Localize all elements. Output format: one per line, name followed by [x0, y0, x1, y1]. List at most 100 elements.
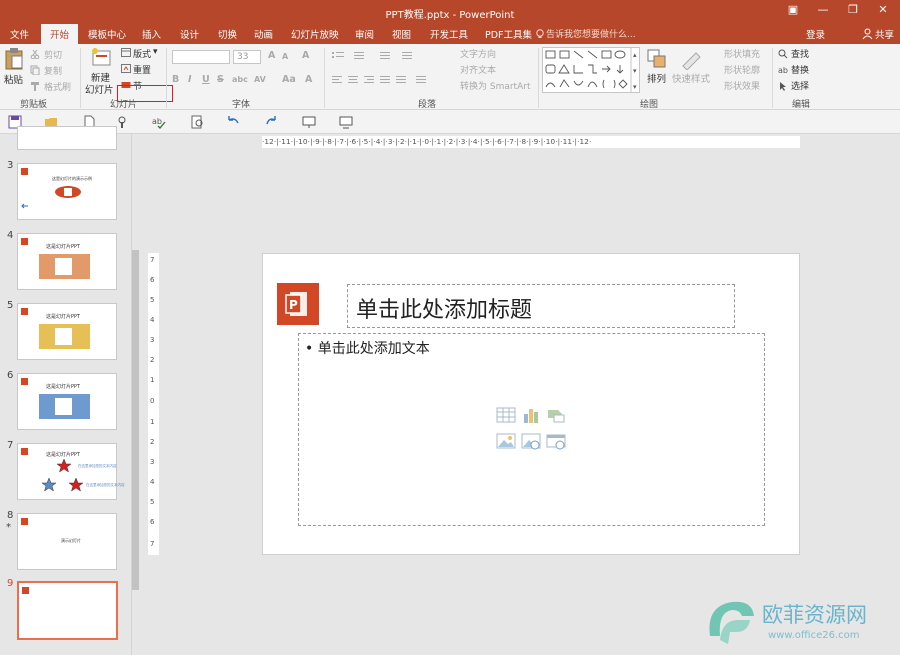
text-direction-button[interactable]: 文字方向 — [460, 47, 496, 60]
powerpoint-logo — [21, 168, 28, 175]
group-divider — [772, 48, 773, 108]
presenter-view-icon[interactable] — [339, 115, 353, 129]
title-placeholder[interactable]: 单击此处添加标题 — [347, 284, 735, 328]
thumbnail-slide-8[interactable]: 演示幻灯片 — [17, 513, 117, 570]
find-button[interactable]: 查找 — [791, 47, 809, 60]
tab-file[interactable]: 文件 — [10, 27, 29, 41]
tell-me-search[interactable]: 告诉我您想要做什么... — [546, 27, 636, 40]
watermark-logo: 欧菲资源网 www.office26.com — [709, 601, 867, 644]
slideshow-from-start-icon[interactable] — [302, 115, 316, 129]
svg-text:4: 4 — [150, 316, 155, 324]
new-slide-label-2[interactable]: 幻灯片 — [85, 82, 114, 96]
layout-icon — [121, 48, 131, 57]
undo-icon[interactable] — [226, 115, 240, 129]
tab-transitions[interactable]: 切换 — [218, 27, 237, 41]
paste-icon[interactable] — [4, 47, 24, 71]
convert-smartart-button[interactable]: 转换为 SmartArt — [460, 79, 530, 92]
insert-online-picture-icon[interactable] — [521, 432, 541, 450]
spelling-icon[interactable]: ab — [152, 115, 166, 129]
print-preview-icon[interactable] — [191, 115, 205, 129]
insert-picture-icon[interactable] — [496, 432, 516, 450]
new-slide-icon[interactable] — [90, 47, 112, 69]
tab-pdf[interactable]: PDF工具集 — [485, 27, 532, 41]
character-spacing-button[interactable]: AV — [254, 75, 266, 84]
format-painter-button[interactable]: 格式刷 — [44, 80, 71, 93]
touch-mode-icon[interactable] — [116, 115, 130, 129]
redo-icon[interactable] — [264, 115, 278, 129]
thumbnail-slide-5[interactable]: 这是幻灯片PPT — [17, 303, 117, 360]
grow-font-button[interactable]: A — [268, 50, 275, 61]
font-group-label: 字体 — [232, 100, 251, 110]
svg-text:7: 7 — [150, 256, 154, 264]
replace-icon: ab — [778, 66, 788, 75]
share-button[interactable]: 共享 — [875, 27, 894, 41]
user-icon — [862, 28, 873, 40]
svg-text:P: P — [289, 298, 298, 312]
paragraph-buttons-icon[interactable] — [330, 50, 450, 96]
paste-button[interactable]: 粘贴 — [4, 72, 23, 86]
arrow-icon — [21, 203, 28, 209]
arrange-icon[interactable] — [646, 48, 668, 70]
font-size-combo[interactable]: 33 — [233, 50, 261, 64]
format-painter-icon — [31, 82, 39, 91]
maximize-button[interactable]: ❐ — [840, 3, 866, 16]
strikethrough-button[interactable]: S — [217, 74, 224, 85]
powerpoint-logo — [21, 308, 28, 315]
tab-animations[interactable]: 动画 — [254, 27, 273, 41]
font-name-combo[interactable] — [172, 50, 230, 64]
login-link[interactable]: 登录 — [806, 27, 825, 41]
shape-fill-button[interactable]: 形状填充 — [724, 47, 760, 60]
title-placeholder-text: 单击此处添加标题 — [356, 298, 533, 323]
insert-chart-icon[interactable] — [521, 406, 541, 424]
tab-view[interactable]: 视图 — [392, 27, 411, 41]
tab-developer[interactable]: 开发工具 — [430, 27, 468, 41]
shape-outline-button[interactable]: 形状轮廓 — [724, 63, 760, 76]
layout-button[interactable]: 版式 — [133, 47, 151, 60]
thumbnail-text: 这是幻灯片PPT — [46, 384, 81, 390]
close-button[interactable]: ✕ — [870, 3, 896, 16]
scrollbar-thumb[interactable] — [132, 250, 139, 590]
insert-table-icon[interactable] — [496, 406, 516, 424]
slide-number: 7 — [7, 440, 14, 451]
bold-button[interactable]: B — [172, 74, 179, 85]
clear-format-button[interactable]: A — [302, 50, 309, 61]
insert-smartart-icon[interactable] — [546, 406, 566, 424]
tab-home[interactable]: 开始 — [41, 24, 79, 44]
thumbnail-slide-7[interactable]: 这是幻灯片PPT 在这里添加您的文本内容 在这里添加您的文本内容 — [17, 443, 125, 500]
tab-template[interactable]: 模板中心 — [88, 27, 126, 41]
ribbon-display-options-icon[interactable]: ▣ — [780, 3, 806, 16]
italic-button[interactable]: I — [188, 74, 192, 85]
shapes-gallery[interactable]: ▴ ▾ ▾ — [542, 47, 640, 93]
font-color-button[interactable]: A — [305, 74, 312, 85]
shape-effects-button[interactable]: 形状效果 — [724, 79, 760, 92]
cut-button[interactable]: 剪切 — [44, 48, 62, 61]
underline-button[interactable]: U — [202, 74, 210, 85]
tab-design[interactable]: 设计 — [180, 27, 199, 41]
shrink-font-button[interactable]: A — [282, 52, 288, 61]
thumbnail-slide-2[interactable] — [17, 126, 117, 150]
text-shadow-button[interactable]: abc — [232, 75, 248, 84]
select-button[interactable]: 选择 — [791, 79, 809, 92]
watermark-name: 欧菲资源网 — [762, 603, 867, 627]
quick-styles-button[interactable]: 快速样式 — [672, 71, 710, 85]
thumbnail-slide-3[interactable]: 这是幻灯片的演示示例 — [17, 163, 117, 220]
align-text-button[interactable]: 对齐文本 — [460, 63, 496, 76]
insert-video-icon[interactable] — [546, 432, 566, 450]
thumbnail-slide-6[interactable]: 这是幻灯片PPT — [17, 373, 117, 430]
quick-styles-icon[interactable] — [680, 48, 702, 70]
reset-button[interactable]: 重置 — [133, 63, 151, 76]
slide-canvas[interactable]: P 单击此处添加标题 • 单击此处添加文本 — [262, 253, 800, 555]
svg-text:2: 2 — [150, 356, 154, 364]
change-case-button[interactable]: Aa — [282, 74, 296, 85]
minimize-button[interactable]: — — [810, 3, 836, 16]
replace-button[interactable]: 替换 — [791, 63, 809, 76]
tab-review[interactable]: 审阅 — [355, 27, 374, 41]
thumbnail-slide-4[interactable]: 这是幻灯片PPT — [17, 233, 117, 290]
copy-button[interactable]: 复制 — [44, 64, 62, 77]
content-placeholder[interactable]: • 单击此处添加文本 — [298, 333, 765, 526]
arrange-button[interactable]: 排列 — [647, 71, 666, 85]
tab-insert[interactable]: 插入 — [142, 27, 161, 41]
thumbnail-slide-9[interactable] — [17, 581, 118, 640]
powerpoint-logo — [21, 238, 28, 245]
tab-slideshow[interactable]: 幻灯片放映 — [291, 27, 339, 41]
